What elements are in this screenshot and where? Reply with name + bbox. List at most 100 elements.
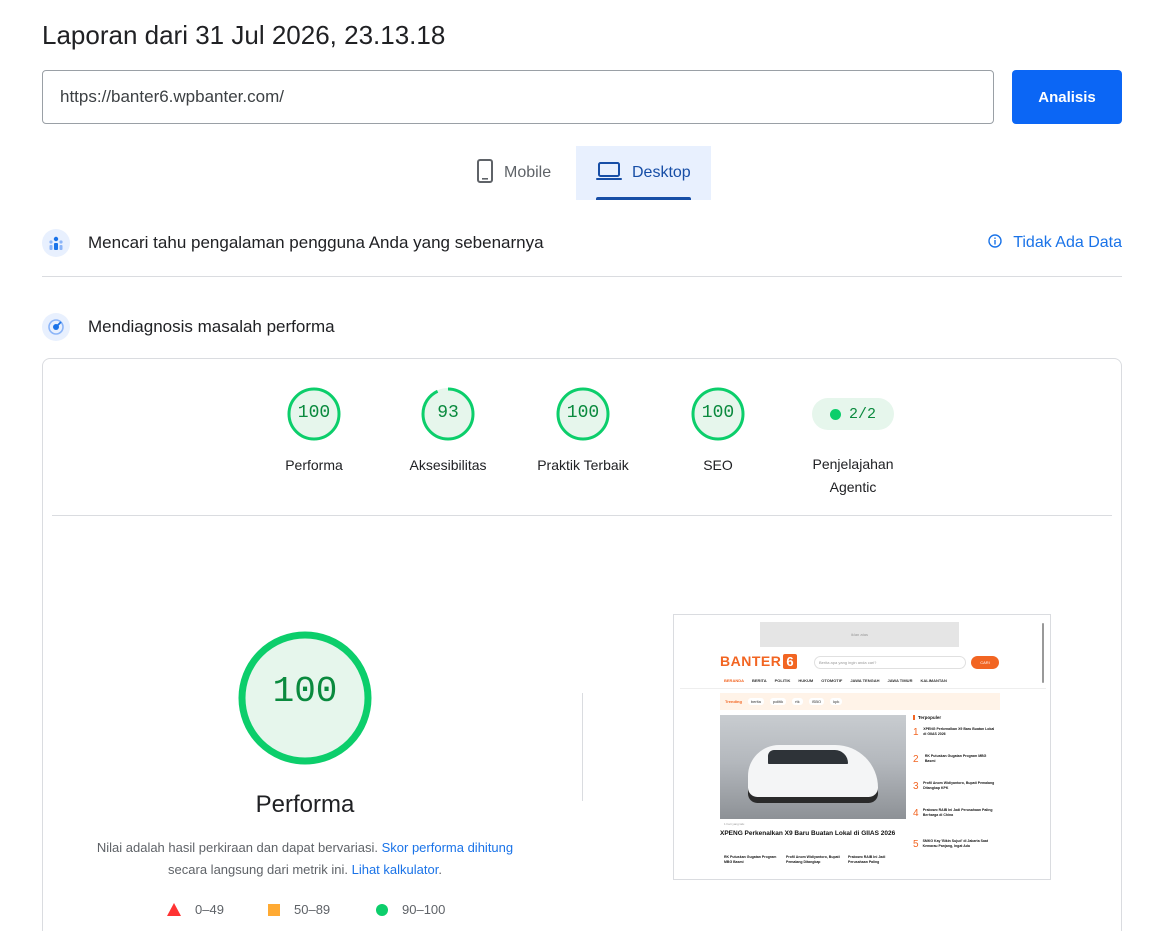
pass-dot-icon bbox=[829, 408, 841, 420]
info-icon bbox=[987, 233, 1003, 254]
tab-active-indicator bbox=[596, 197, 691, 200]
score-value: 100 bbox=[297, 403, 331, 423]
site-nav-item: BERANDA bbox=[724, 678, 744, 683]
score-value: 93 bbox=[437, 403, 459, 423]
square-icon bbox=[268, 903, 280, 916]
popular-rank: 1 bbox=[913, 727, 919, 738]
tab-mobile-label: Mobile bbox=[504, 164, 552, 181]
popular-rank: 2 bbox=[913, 754, 919, 765]
site-logo: BANTER 6 bbox=[720, 653, 798, 669]
score-value: 100 bbox=[566, 403, 600, 423]
tab-mobile[interactable]: Mobile bbox=[456, 146, 571, 200]
ad-placeholder: iklan atas bbox=[760, 622, 959, 647]
agentic-label: Penjelajahan Agentic bbox=[812, 456, 894, 495]
site-nav-item: OTOMOTIF bbox=[821, 678, 843, 683]
no-data-label: Tidak Ada Data bbox=[1013, 234, 1122, 251]
popular-text: RK Putuskan Gugatan Program MBG Basmi bbox=[924, 754, 987, 763]
trending-tag: rtk bbox=[792, 698, 803, 705]
lab-data-section: Mendiagnosis masalah performa bbox=[42, 312, 1122, 342]
popular-item: 1 XPENG Perkenalkan X9 Baru Buatan Lokal… bbox=[913, 727, 997, 738]
site-nav-item: BERITA bbox=[752, 678, 767, 683]
popular-text: Profil Anom Widiyantoro, Bupati Pemalang… bbox=[923, 781, 995, 790]
vertical-separator bbox=[582, 693, 583, 801]
score-gauge-best-practices[interactable]: 100 Praktik Terbaik bbox=[523, 386, 643, 477]
screenshot-scrollbar bbox=[1042, 623, 1044, 683]
popular-rank: 5 bbox=[913, 839, 919, 850]
field-data-title: Mencari tahu pengalaman pengguna Anda ya… bbox=[88, 233, 544, 252]
sub-article: Profil Anom Widiyantoro, Bupati Pemalang… bbox=[786, 855, 840, 864]
score-gauge-seo[interactable]: 100 SEO bbox=[658, 386, 778, 477]
sub-article: Prabowo RAIB Ini Jadi Perusahaan Paling bbox=[848, 855, 886, 864]
performance-score: 100 bbox=[272, 671, 338, 712]
popular-rank: 3 bbox=[913, 781, 919, 792]
popular-item: 4 Prabowo RAIB Ini Jadi Perusahaan Palin… bbox=[913, 808, 997, 819]
trending-tag: ISBO bbox=[808, 698, 825, 705]
legend-average: 50–89 bbox=[268, 902, 330, 917]
popular-item: 5 SMKG Kay 'Bikin Sujud' di Jakarta Saat… bbox=[913, 839, 997, 850]
site-nav-item: JAWA TIMUR bbox=[887, 678, 913, 683]
agentic-pill: 2/2 bbox=[812, 398, 894, 430]
logo-number: 6 bbox=[783, 653, 798, 669]
hero-time: 1 hari yang lalu bbox=[724, 822, 745, 826]
popular-text: SMKG Kay 'Bikin Sujud' di Jakarta Saat K… bbox=[922, 839, 989, 848]
score-value: 100 bbox=[701, 403, 735, 423]
scores-card: 100 Performa 93 Aksesibilitas 100 Prakti… bbox=[42, 358, 1122, 931]
section-divider bbox=[42, 276, 1122, 277]
legend-range: 0–49 bbox=[195, 902, 224, 917]
site-nav-item: KALIMANTAN bbox=[920, 678, 947, 683]
popular-text: Prabowo RAIB Ini Jadi Perusahaan Paling … bbox=[922, 808, 993, 817]
site-nav-item: HUKUM bbox=[798, 678, 814, 683]
score-gauge-performance[interactable]: 100 Performa bbox=[254, 386, 374, 477]
site-trending: Trending berita politik rtk ISBO kpk bbox=[720, 693, 1000, 710]
field-data-section: Mencari tahu pengalaman pengguna Anda ya… bbox=[42, 228, 1122, 258]
sub-article: RK Putuskan Gugatan Program MBG Basmi bbox=[724, 855, 777, 864]
legend-range: 90–100 bbox=[402, 902, 446, 917]
note-text: . bbox=[438, 862, 442, 877]
calculator-link[interactable]: Lihat kalkulator bbox=[352, 862, 439, 877]
site-nav-divider bbox=[680, 688, 1046, 689]
score-label: SEO bbox=[703, 457, 733, 473]
legend-range: 50–89 bbox=[294, 902, 331, 917]
trending-tag: kpk bbox=[830, 698, 843, 705]
logo-text: BANTER bbox=[720, 653, 782, 669]
score-label: Praktik Terbaik bbox=[537, 457, 629, 473]
trending-tag: berita bbox=[747, 698, 764, 705]
trending-tag: politik bbox=[769, 698, 787, 705]
agentic-score[interactable]: 2/2 Penjelajahan Agentic bbox=[793, 386, 913, 499]
legend-fail: 0–49 bbox=[167, 902, 224, 917]
trending-label: Trending bbox=[725, 699, 742, 704]
laptop-icon bbox=[596, 161, 622, 186]
popular-item: 2 RK Putuskan Gugatan Program MBG Basmi bbox=[913, 754, 997, 765]
note-text: secara langsung dari metrik ini. bbox=[168, 862, 348, 877]
tab-desktop[interactable]: Desktop bbox=[576, 146, 711, 200]
no-data-link[interactable]: Tidak Ada Data bbox=[987, 233, 1122, 254]
agentic-value: 2/2 bbox=[848, 405, 876, 423]
popular-item: 3 Profil Anom Widiyantoro, Bupati Pemala… bbox=[913, 781, 997, 792]
report-title: Laporan dari 31 Jul 2026, 23.13.18 bbox=[42, 20, 446, 50]
hero-caption: XPENG Perkenalkan X9 Baru Buatan Lokal d… bbox=[720, 830, 896, 837]
score-label: Aksesibilitas bbox=[409, 457, 487, 473]
performance-label: Performa bbox=[255, 791, 355, 818]
card-divider bbox=[52, 515, 1112, 516]
users-icon bbox=[42, 229, 70, 257]
score-gauge-accessibility[interactable]: 93 Aksesibilitas bbox=[388, 386, 508, 477]
score-calculation-link[interactable]: Skor performa dihitung bbox=[382, 840, 514, 855]
popular-title: Terpopuler bbox=[913, 715, 941, 720]
analyze-button[interactable]: Analisis bbox=[1012, 70, 1122, 124]
lab-data-title: Mendiagnosis masalah performa bbox=[88, 317, 335, 336]
url-input[interactable] bbox=[42, 70, 994, 124]
site-search: Berita apa yang ingin anda cari? bbox=[814, 656, 966, 669]
site-nav-item: POLITIK bbox=[774, 678, 791, 683]
note-text: Nilai adalah hasil perkiraan dan dapat b… bbox=[96, 840, 378, 855]
page-screenshot[interactable]: iklan atas BANTER 6 Berita apa yang ingi… bbox=[673, 614, 1051, 880]
score-label: Performa bbox=[285, 457, 343, 473]
diagnostics-icon bbox=[42, 313, 70, 341]
performance-note: Nilai adalah hasil perkiraan dan dapat b… bbox=[83, 837, 527, 881]
popular-text: XPENG Perkenalkan X9 Baru Buatan Lokal d… bbox=[923, 727, 995, 736]
popular-rank: 4 bbox=[913, 808, 919, 819]
triangle-icon bbox=[167, 903, 181, 916]
site-nav-item: JAWA TENGAH bbox=[850, 678, 880, 683]
tab-desktop-label: Desktop bbox=[632, 164, 691, 181]
car-image bbox=[748, 745, 878, 797]
hero-image bbox=[720, 715, 906, 819]
